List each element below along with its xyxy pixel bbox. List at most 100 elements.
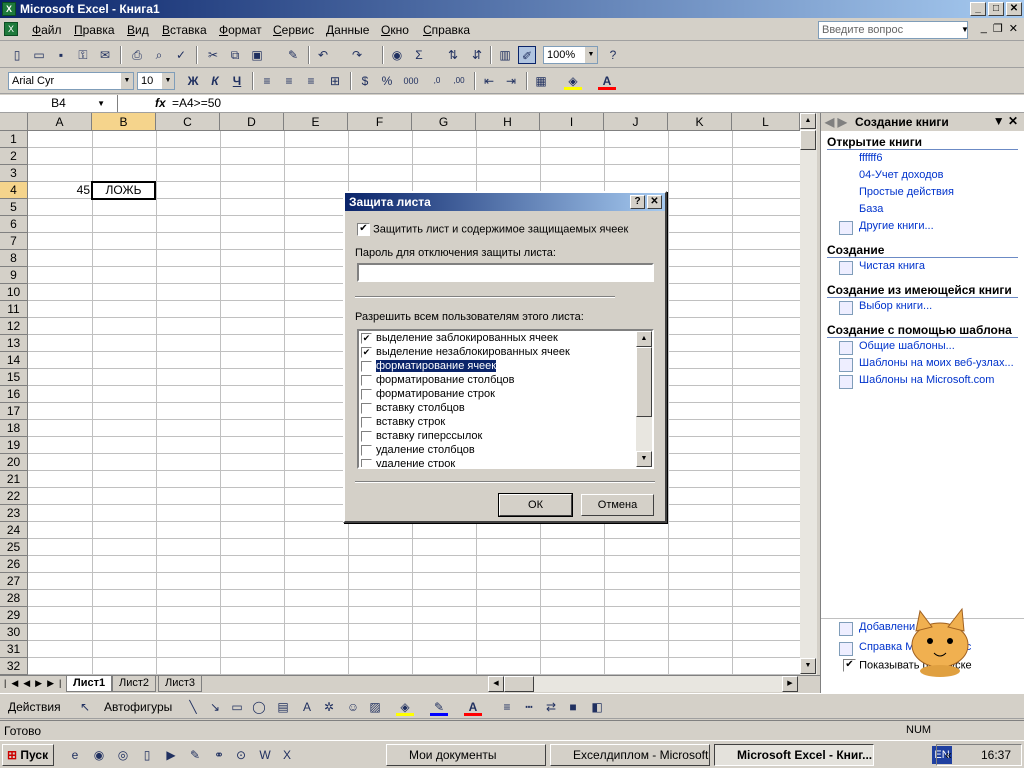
quicklaunch-doc-icon[interactable]: ▯ — [138, 746, 156, 764]
line-icon[interactable]: ╲ — [184, 698, 202, 716]
scroll-thumb[interactable] — [800, 130, 816, 150]
shadow-icon[interactable]: ■ — [564, 698, 582, 716]
row-header[interactable]: 12 — [0, 318, 28, 335]
row-header[interactable]: 26 — [0, 556, 28, 573]
currency-icon[interactable]: $ — [356, 72, 374, 90]
align-center-icon[interactable]: ≡ — [280, 72, 298, 90]
row-header[interactable]: 1 — [0, 131, 28, 148]
row-header[interactable]: 15 — [0, 369, 28, 386]
row-header[interactable]: 27 — [0, 573, 28, 590]
autosum-icon[interactable]: Σ — [410, 46, 428, 64]
merge-center-icon[interactable]: ⊞ — [326, 72, 344, 90]
close-button[interactable]: ✕ — [1006, 2, 1022, 16]
quicklaunch-opera-icon[interactable]: ⊙ — [232, 746, 250, 764]
recent-file-4[interactable]: База — [859, 203, 1024, 218]
align-right-icon[interactable]: ≡ — [302, 72, 320, 90]
col-header-a[interactable]: A — [28, 113, 92, 131]
recent-file-1[interactable]: ffffff6 — [859, 152, 1024, 167]
menu-view[interactable]: Вид — [127, 23, 149, 37]
print-icon[interactable]: ⎙ — [128, 46, 146, 64]
row-header[interactable]: 28 — [0, 590, 28, 607]
increase-decimal-icon[interactable]: ,0 — [428, 72, 446, 90]
protect-checkbox-row[interactable]: ✔ Защитить лист и содержимое защищаемых … — [357, 223, 628, 236]
permission-icon[interactable]: ⚿ — [74, 46, 92, 64]
col-header-k[interactable]: K — [668, 113, 732, 131]
row-header[interactable]: 25 — [0, 539, 28, 556]
list-scroll-thumb[interactable] — [636, 347, 652, 417]
minimize-button[interactable]: _ — [970, 2, 986, 16]
permission-item[interactable]: удаление строк — [359, 457, 652, 467]
recent-file-2[interactable]: 04-Учет доходов — [859, 169, 1024, 184]
quicklaunch-word-icon[interactable]: W — [256, 746, 274, 764]
quicklaunch-net-icon[interactable]: ⚭ — [210, 746, 228, 764]
question-input[interactable]: Введите вопрос — [818, 21, 968, 39]
hscroll-thumb[interactable] — [504, 676, 534, 692]
startup-checkbox[interactable]: ✔ — [843, 659, 856, 672]
row-header[interactable]: 5 — [0, 199, 28, 216]
col-header-h[interactable]: H — [476, 113, 540, 131]
copy-icon[interactable]: ⧉ — [226, 46, 244, 64]
borders-icon[interactable]: ▦ — [532, 72, 550, 90]
line-color-icon[interactable]: ✎ — [430, 698, 448, 716]
col-header-i[interactable]: I — [540, 113, 604, 131]
formula-input[interactable]: =A4>=50 — [172, 96, 221, 110]
row-header[interactable]: 21 — [0, 471, 28, 488]
menu-data[interactable]: Данные — [326, 23, 369, 37]
dash-style-icon[interactable]: ┅ — [520, 698, 538, 716]
tab-sheet3[interactable]: Лист3 — [158, 676, 203, 692]
permission-item[interactable]: форматирование столбцов — [359, 373, 652, 387]
fx-icon[interactable]: fx — [155, 96, 166, 110]
wordart-icon[interactable]: A — [298, 698, 316, 716]
list-scrollbar[interactable]: ▲ ▼ — [636, 331, 652, 467]
new-icon[interactable]: ▯ — [8, 46, 26, 64]
general-templates-link[interactable]: Общие шаблоны... — [837, 340, 1024, 355]
scroll-left-icon[interactable]: ◀ — [488, 676, 504, 692]
draw-fill-icon[interactable]: ◈ — [396, 698, 414, 716]
password-input[interactable] — [357, 263, 654, 282]
italic-button[interactable]: К — [206, 72, 224, 90]
zoom-select[interactable]: 100% ▼ — [543, 46, 598, 64]
menu-file[interactable]: Файл — [32, 23, 62, 37]
save-icon[interactable]: ▪ — [52, 46, 70, 64]
chart-wizard-icon[interactable]: ▥ — [496, 46, 514, 64]
paste-icon[interactable]: ▣ — [248, 46, 266, 64]
permission-checkbox[interactable] — [361, 402, 372, 414]
quicklaunch-ie-icon[interactable]: e — [66, 746, 84, 764]
back-forward-icon[interactable]: ◀ ▶ — [825, 115, 847, 129]
textbox-icon[interactable]: ▤ — [274, 698, 292, 716]
row-header[interactable]: 16 — [0, 386, 28, 403]
permission-item[interactable]: ✔ выделение заблокированных ячеек — [359, 331, 652, 345]
scroll-down-icon[interactable]: ▼ — [800, 658, 816, 674]
tray-expand-icon[interactable]: « — [945, 748, 952, 762]
row-header[interactable]: 24 — [0, 522, 28, 539]
drawing-icon[interactable]: ✐ — [518, 46, 536, 64]
tab-sheet2[interactable]: Лист2 — [112, 676, 157, 692]
web-templates-link[interactable]: Шаблоны на моих веб-узлах... — [837, 357, 1024, 372]
preview-icon[interactable]: ⌕ — [150, 46, 168, 64]
ok-button[interactable]: ОК — [498, 493, 573, 517]
protect-checkbox[interactable]: ✔ — [357, 223, 370, 236]
menu-edit[interactable]: Правка — [74, 23, 115, 37]
cut-icon[interactable]: ✂ — [204, 46, 222, 64]
draw-font-color-icon[interactable]: A — [464, 698, 482, 716]
3d-icon[interactable]: ◧ — [588, 698, 606, 716]
row-header[interactable]: 29 — [0, 607, 28, 624]
blank-book-link[interactable]: Чистая книга — [837, 260, 1024, 275]
permission-checkbox[interactable] — [361, 430, 372, 442]
undo-icon[interactable]: ↶ — [314, 46, 332, 64]
permission-checkbox[interactable] — [361, 444, 372, 456]
email-icon[interactable]: ✉ — [96, 46, 114, 64]
increase-indent-icon[interactable]: ⇥ — [502, 72, 520, 90]
ms-templates-link[interactable]: Шаблоны на Microsoft.com — [837, 374, 1024, 389]
row-header[interactable]: 10 — [0, 284, 28, 301]
row-header[interactable]: 30 — [0, 624, 28, 641]
arrow-icon[interactable]: ↘ — [206, 698, 224, 716]
bold-button[interactable]: Ж — [184, 72, 202, 90]
underline-button[interactable]: Ч — [228, 72, 246, 90]
col-header-f[interactable]: F — [348, 113, 412, 131]
permission-checkbox[interactable] — [361, 458, 372, 467]
thousands-icon[interactable]: 000 — [402, 72, 420, 90]
list-scroll-up-icon[interactable]: ▲ — [636, 331, 652, 347]
doc-minimize-button[interactable]: _ — [981, 22, 987, 35]
scroll-up-icon[interactable]: ▲ — [800, 113, 816, 129]
